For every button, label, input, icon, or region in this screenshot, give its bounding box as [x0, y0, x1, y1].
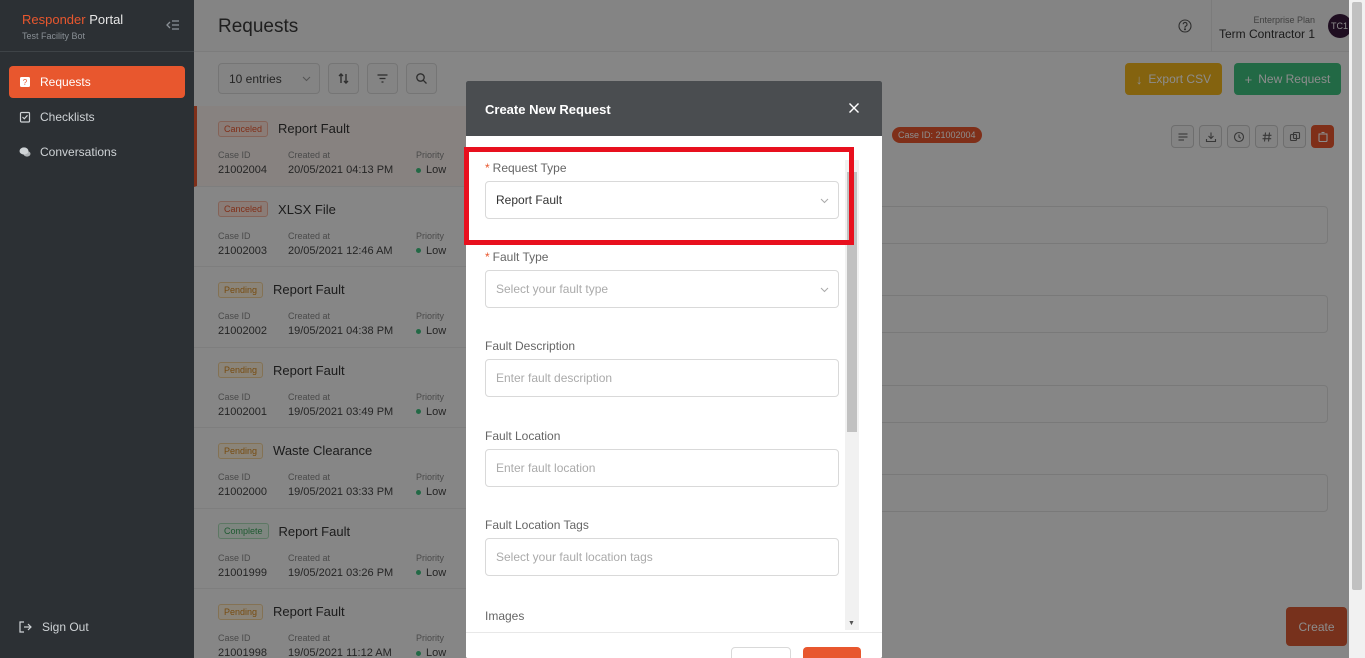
fault-description-input[interactable]: Enter fault description: [485, 359, 839, 397]
sign-out-button[interactable]: Sign Out: [18, 620, 89, 634]
fault-location-tags-select[interactable]: Select your fault location tags: [485, 538, 839, 576]
sidebar-item-label: Conversations: [40, 145, 117, 159]
sidebar: Responder Portal Test Facility Bot ? Req…: [0, 0, 194, 658]
sidebar-item-label: Checklists: [40, 110, 95, 124]
fault-location-label: Fault Location: [485, 429, 561, 443]
fault-location-tags-field: Fault Location Tags Select your fault lo…: [485, 518, 839, 576]
images-field: Images: [485, 609, 839, 629]
brand-name-part1: Responder: [22, 12, 86, 27]
checklist-icon: [19, 111, 31, 123]
close-icon[interactable]: [848, 102, 860, 114]
sign-out-icon: [19, 621, 32, 633]
modal-title: Create New Request: [485, 102, 611, 117]
modal-footer: [466, 632, 882, 658]
collapse-sidebar-icon[interactable]: [166, 19, 180, 31]
brand-name-part2: Portal: [85, 12, 124, 27]
sidebar-item-label: Requests: [40, 75, 91, 89]
scroll-down-icon[interactable]: ▼: [848, 620, 855, 627]
fault-type-field: * Fault Type Select your fault type: [485, 250, 839, 308]
modal-create-button[interactable]: [803, 647, 861, 658]
fault-location-input[interactable]: Enter fault location: [485, 449, 839, 487]
sidebar-item-conversations[interactable]: Conversations: [9, 136, 185, 168]
sidebar-nav: ? Requests Checklists Conversations: [0, 52, 194, 168]
chevron-down-icon: [820, 287, 829, 293]
brand: Responder Portal Test Facility Bot: [0, 0, 194, 52]
fault-location-tags-label: Fault Location Tags: [485, 518, 589, 532]
sidebar-item-checklists[interactable]: Checklists: [9, 101, 185, 133]
fault-type-select[interactable]: Select your fault type: [485, 270, 839, 308]
fault-description-field: Fault Description Enter fault descriptio…: [485, 339, 839, 397]
modal-cancel-button[interactable]: [731, 647, 791, 658]
highlight-box: [464, 147, 854, 245]
fault-type-placeholder: Select your fault type: [496, 282, 609, 296]
page-scrollbar[interactable]: [1349, 0, 1365, 658]
images-label: Images: [485, 609, 525, 623]
sign-out-label: Sign Out: [42, 620, 89, 634]
fault-location-tags-placeholder: Select your fault location tags: [496, 550, 653, 564]
brand-subtitle: Test Facility Bot: [22, 31, 86, 41]
label-text: Fault Type: [492, 250, 549, 264]
request-icon: ?: [20, 77, 30, 87]
fault-description-placeholder: Enter fault description: [496, 371, 613, 385]
required-mark: *: [485, 250, 490, 264]
fault-location-placeholder: Enter fault location: [496, 461, 596, 475]
svg-text:?: ?: [23, 78, 28, 87]
fault-description-label: Fault Description: [485, 339, 576, 353]
modal-header: Create New Request: [466, 81, 882, 136]
page-scrollbar-thumb[interactable]: [1352, 2, 1362, 590]
app-root: Responder Portal Test Facility Bot ? Req…: [0, 0, 1365, 658]
chat-icon: [19, 147, 31, 157]
fault-location-field: Fault Location Enter fault location: [485, 429, 839, 487]
fault-type-label: * Fault Type: [485, 250, 839, 264]
sidebar-item-requests[interactable]: ? Requests: [9, 66, 185, 98]
